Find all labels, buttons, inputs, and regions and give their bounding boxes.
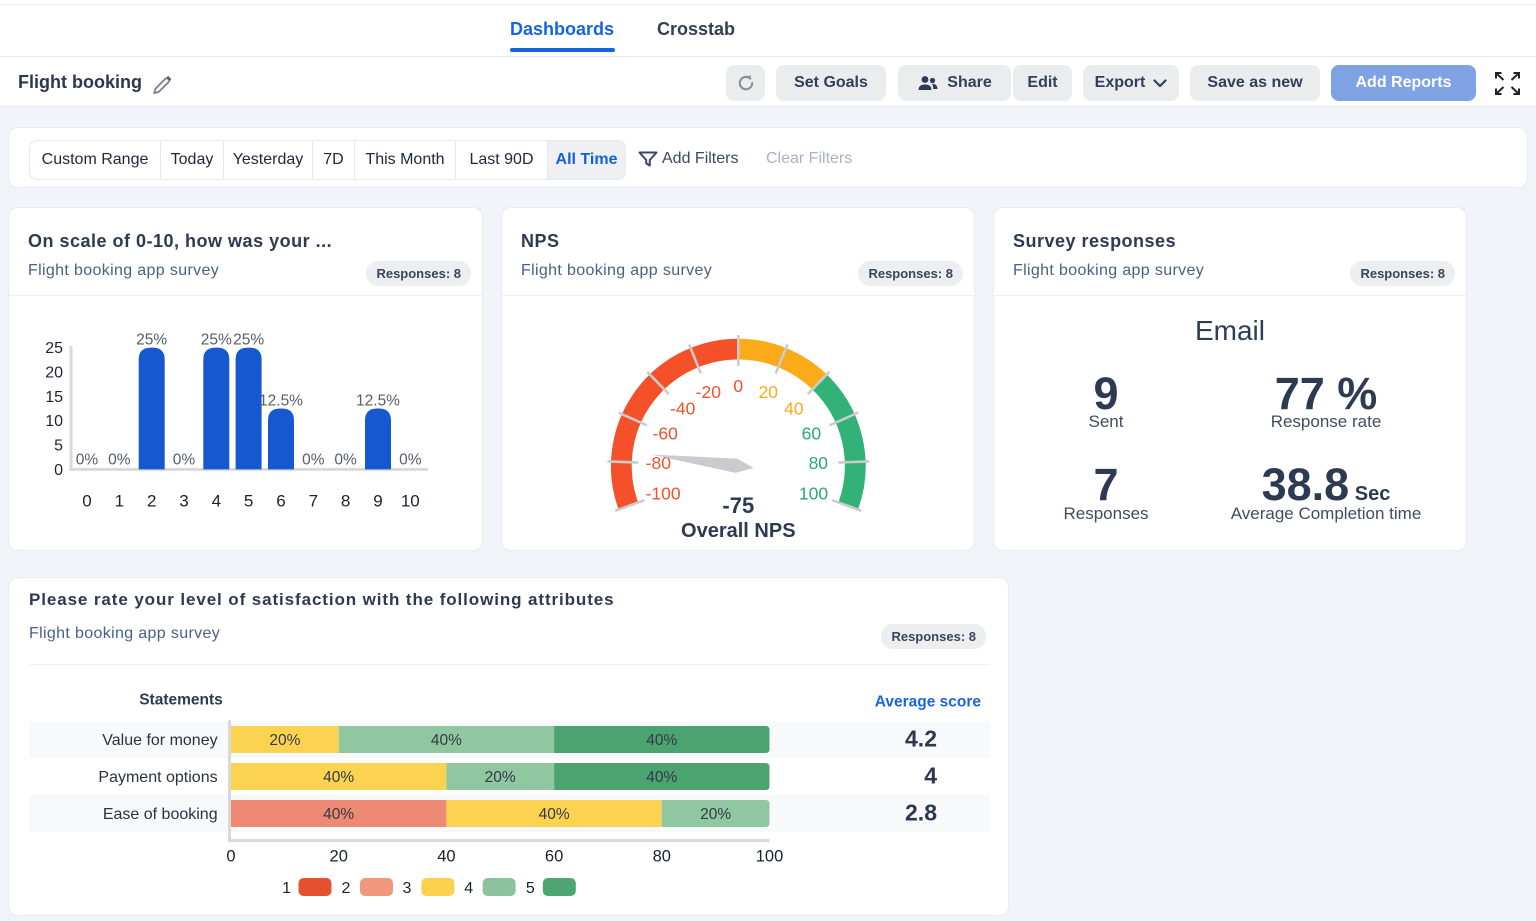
svg-text:60: 60 [545, 848, 563, 866]
svg-text:Value for money: Value for money [102, 732, 217, 749]
svg-text:4: 4 [212, 491, 221, 510]
svg-text:40%: 40% [646, 732, 677, 749]
svg-text:-40: -40 [670, 399, 696, 419]
svg-text:80: 80 [809, 453, 829, 473]
svg-text:5: 5 [526, 880, 535, 897]
svg-text:40%: 40% [323, 806, 354, 823]
svg-text:4.2: 4.2 [905, 726, 937, 752]
svg-text:40%: 40% [646, 769, 677, 786]
svg-text:20%: 20% [269, 732, 300, 749]
svg-text:-60: -60 [653, 424, 679, 444]
svg-text:20%: 20% [485, 769, 516, 786]
svg-text:25%: 25% [201, 332, 232, 349]
svg-text:7: 7 [309, 491, 318, 510]
svg-text:6: 6 [276, 491, 285, 510]
svg-text:80: 80 [653, 848, 671, 866]
svg-text:0: 0 [733, 376, 743, 396]
svg-text:40: 40 [784, 399, 804, 419]
svg-text:25: 25 [45, 340, 63, 357]
svg-text:3: 3 [403, 880, 412, 897]
svg-text:20: 20 [759, 382, 779, 402]
svg-text:2: 2 [147, 491, 156, 510]
svg-text:0%: 0% [334, 451, 357, 468]
svg-text:Payment options: Payment options [98, 769, 217, 786]
svg-text:10: 10 [401, 491, 420, 510]
svg-text:40: 40 [437, 848, 455, 866]
svg-text:5: 5 [244, 491, 253, 510]
svg-text:20: 20 [330, 848, 348, 866]
svg-text:20%: 20% [700, 806, 731, 823]
svg-text:40%: 40% [431, 732, 462, 749]
svg-text:3: 3 [179, 491, 188, 510]
svg-text:60: 60 [802, 424, 822, 444]
svg-text:0: 0 [82, 491, 91, 510]
svg-text:0%: 0% [173, 451, 196, 468]
svg-text:0%: 0% [302, 451, 325, 468]
svg-text:0%: 0% [108, 451, 131, 468]
svg-text:2.8: 2.8 [905, 800, 937, 826]
svg-text:100: 100 [799, 483, 828, 503]
svg-text:0%: 0% [399, 451, 422, 468]
svg-text:20: 20 [45, 365, 63, 382]
svg-text:8: 8 [341, 491, 350, 510]
svg-text:100: 100 [756, 848, 784, 866]
svg-text:Overall NPS: Overall NPS [681, 520, 796, 542]
svg-text:0: 0 [54, 462, 63, 479]
svg-text:1: 1 [115, 491, 124, 510]
svg-text:0: 0 [226, 848, 235, 866]
svg-text:40%: 40% [323, 769, 354, 786]
svg-text:-75: -75 [722, 493, 754, 518]
svg-text:4: 4 [464, 880, 473, 897]
svg-text:-20: -20 [696, 382, 722, 402]
svg-text:0%: 0% [76, 451, 99, 468]
svg-text:1: 1 [282, 880, 291, 897]
svg-text:40%: 40% [539, 806, 570, 823]
svg-text:4: 4 [924, 763, 937, 789]
svg-text:Average score: Average score [875, 694, 982, 711]
svg-text:Statements: Statements [139, 692, 223, 709]
svg-text:9: 9 [373, 491, 382, 510]
svg-text:25%: 25% [233, 332, 264, 349]
svg-text:10: 10 [45, 413, 63, 430]
svg-text:12.5%: 12.5% [259, 393, 303, 410]
svg-text:-100: -100 [646, 483, 681, 503]
svg-text:15: 15 [45, 389, 63, 406]
svg-text:5: 5 [54, 438, 63, 455]
svg-text:2: 2 [342, 880, 351, 897]
svg-text:25%: 25% [136, 332, 167, 349]
svg-text:12.5%: 12.5% [356, 393, 400, 410]
svg-text:Ease of booking: Ease of booking [103, 806, 218, 823]
